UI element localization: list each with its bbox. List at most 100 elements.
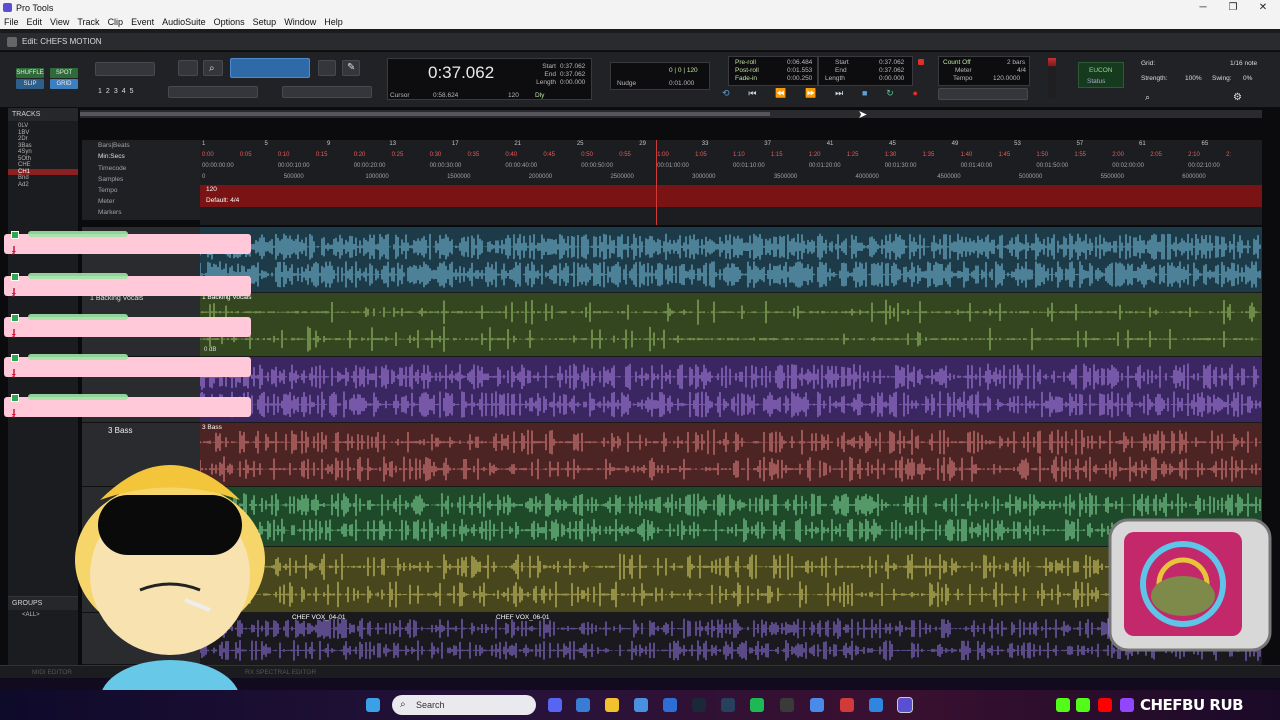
close-icon[interactable]: ✕ (1248, 0, 1278, 15)
grid-value[interactable]: 0 | 0 | 120 (669, 67, 698, 74)
zoom-preset-5[interactable]: 5 (130, 88, 134, 95)
zoom-preset-4[interactable]: 4 (122, 88, 126, 95)
menu-options[interactable]: Options (210, 17, 249, 27)
track-list-item[interactable]: Ad2 (8, 182, 78, 189)
menu-track[interactable]: Track (73, 17, 103, 27)
automation-tool-row[interactable] (282, 86, 372, 98)
menu-event[interactable]: Event (127, 17, 158, 27)
nudge-label: Nudge (617, 80, 637, 87)
ruler-tick-label: 21 (514, 141, 522, 147)
strength-value[interactable]: 100% (1185, 75, 1202, 82)
menu-setup[interactable]: Setup (249, 17, 281, 27)
ruler-minsecs-label[interactable]: Min:Secs (98, 153, 125, 160)
swing-value[interactable]: 0% (1243, 75, 1252, 82)
ruler-timecode-label[interactable]: Timecode (98, 165, 126, 172)
tempo-value[interactable]: 120.0000 (993, 75, 1020, 82)
midi-controls[interactable] (938, 88, 1028, 100)
zoom-preset-3[interactable]: 3 (114, 88, 118, 95)
transport-end[interactable]: 0:37.062 (879, 67, 904, 74)
track-lane-3[interactable] (200, 357, 1262, 423)
ruler-tempo-label[interactable]: Tempo (98, 187, 118, 194)
speaker-tool-icon[interactable] (318, 60, 336, 76)
postroll-label[interactable]: Post-roll (735, 67, 759, 74)
ruler-tick-label: 3000000 (692, 174, 716, 180)
zoom-preset-1[interactable]: 1 (98, 88, 102, 95)
sel-length[interactable]: 0:00.000 (560, 79, 585, 86)
preroll-value[interactable]: 0:06.484 (787, 59, 812, 66)
record-icon[interactable]: ● (913, 88, 918, 102)
track-name[interactable]: 1 Backing Vocals (90, 295, 143, 302)
dly-label[interactable]: Dly (535, 92, 544, 99)
smart-tool[interactable] (230, 58, 310, 78)
ruler-tick-label: 2: (1226, 152, 1232, 158)
nudge-value[interactable]: 0:01.000 (669, 80, 694, 87)
edit-tool-row[interactable] (168, 86, 258, 98)
menu-clip[interactable]: Clip (104, 17, 128, 27)
go-to-end-icon[interactable]: ⏭ (835, 88, 843, 102)
track-lane-bass[interactable]: 3 Bass (200, 423, 1262, 487)
menu-file[interactable]: File (0, 17, 23, 27)
menu-audiosuite[interactable]: AudioSuite (158, 17, 210, 27)
magnify-icon[interactable]: ⌕ (203, 60, 223, 76)
playhead-line[interactable] (656, 140, 657, 225)
tempo-ruler[interactable]: 120 (200, 185, 1262, 196)
ruler-bars-label[interactable]: Bars|Beats (98, 142, 130, 149)
overview-thumb[interactable] (80, 112, 770, 116)
eucon-label[interactable]: EUCON (1089, 67, 1112, 74)
rewind-icon[interactable]: ⏪ (775, 88, 786, 102)
fadein-value[interactable]: 0:00.250 (787, 75, 812, 82)
fast-forward-icon[interactable]: ⏩ (805, 88, 816, 102)
transport-start[interactable]: 0:37.062 (879, 59, 904, 66)
shuffle-mode-button[interactable]: SHUFFLE (16, 68, 44, 78)
stop-icon[interactable]: ■ (862, 88, 867, 102)
sel-end[interactable]: 0:37.062 (560, 71, 585, 78)
settings-gear-icon[interactable]: ⚙ (1233, 92, 1242, 103)
menu-view[interactable]: View (46, 17, 73, 27)
fadein-label[interactable]: Fade-in (735, 75, 757, 82)
tempo-marker[interactable]: 120 (206, 186, 217, 193)
ruler-meter-label[interactable]: Meter (98, 198, 115, 205)
countoff-label[interactable]: Count Off (943, 59, 971, 66)
return-to-zero-icon[interactable]: ⏮ (748, 88, 756, 102)
pencil-tool-icon[interactable]: ✎ (342, 60, 360, 76)
countoff-value[interactable]: 2 bars (1007, 59, 1025, 66)
ruler-tick-label: 500000 (283, 174, 304, 180)
ruler-area[interactable]: 1 5 9 13 17 21 25 29 33 37 41 45 49 53 57 61 65 0:00 0:05… (200, 140, 1262, 225)
zoom-preset-2[interactable]: 2 (106, 88, 110, 95)
zoom-controls[interactable] (95, 62, 155, 76)
transport-length[interactable]: 0:00.000 (879, 75, 904, 82)
menu-window[interactable]: Window (280, 17, 320, 27)
ruler-tick-label: 1:20 (808, 152, 821, 158)
zoomer-tool-icon[interactable] (178, 60, 198, 76)
edit-toolbar: SHUFFLE SPOT SLIP GRID 1 2 3 4 5 ⌕ ✎ 0:3… (0, 52, 1280, 108)
ruler-tick-label: 0:55 (619, 152, 631, 158)
grid-value-note[interactable]: 1/16 note (1230, 60, 1257, 67)
sel-start[interactable]: 0:37.062 (560, 63, 585, 70)
restore-icon[interactable]: ❐ (1218, 0, 1248, 15)
waveform-zoom-icon[interactable]: ⌕ (1145, 92, 1150, 103)
edit-window-icon (7, 37, 17, 47)
main-counter[interactable]: 0:37.062 (428, 63, 494, 83)
minimize-icon[interactable]: ─ (1188, 0, 1218, 15)
ruler-tick-label: 00:00:00:00 (202, 163, 234, 169)
ruler-samples-label[interactable]: Samples (98, 176, 123, 183)
preroll-label[interactable]: Pre-roll (735, 59, 756, 66)
overview-scrollbar[interactable] (80, 110, 1262, 118)
menu-help[interactable]: Help (320, 17, 347, 27)
ruler-tick-label: 2000000 (528, 174, 553, 180)
track-name[interactable]: 3 Bass (108, 426, 132, 435)
postroll-value[interactable]: 0:01.553 (787, 67, 812, 74)
online-icon[interactable]: ⟲ (722, 88, 730, 102)
loop-play-icon[interactable]: ↻ (886, 88, 894, 102)
ruler-markers-label[interactable]: Markers (98, 209, 121, 216)
slip-mode-button[interactable]: SLIP (16, 79, 44, 89)
menu-edit[interactable]: Edit (23, 17, 47, 27)
grid-mode-button[interactable]: GRID (50, 79, 78, 89)
track-lane-backing-vocals[interactable]: 1 Backing Vocals 0 dB (200, 293, 1262, 357)
meter-value[interactable]: 4/4 (1017, 67, 1026, 74)
meter-ruler[interactable]: Default: 4/4 (200, 196, 1262, 207)
track-lane-1[interactable] (200, 227, 1262, 293)
track-volume: 0 dB (204, 347, 217, 353)
meter-marker[interactable]: Default: 4/4 (206, 197, 239, 204)
spot-mode-button[interactable]: SPOT (50, 68, 78, 78)
